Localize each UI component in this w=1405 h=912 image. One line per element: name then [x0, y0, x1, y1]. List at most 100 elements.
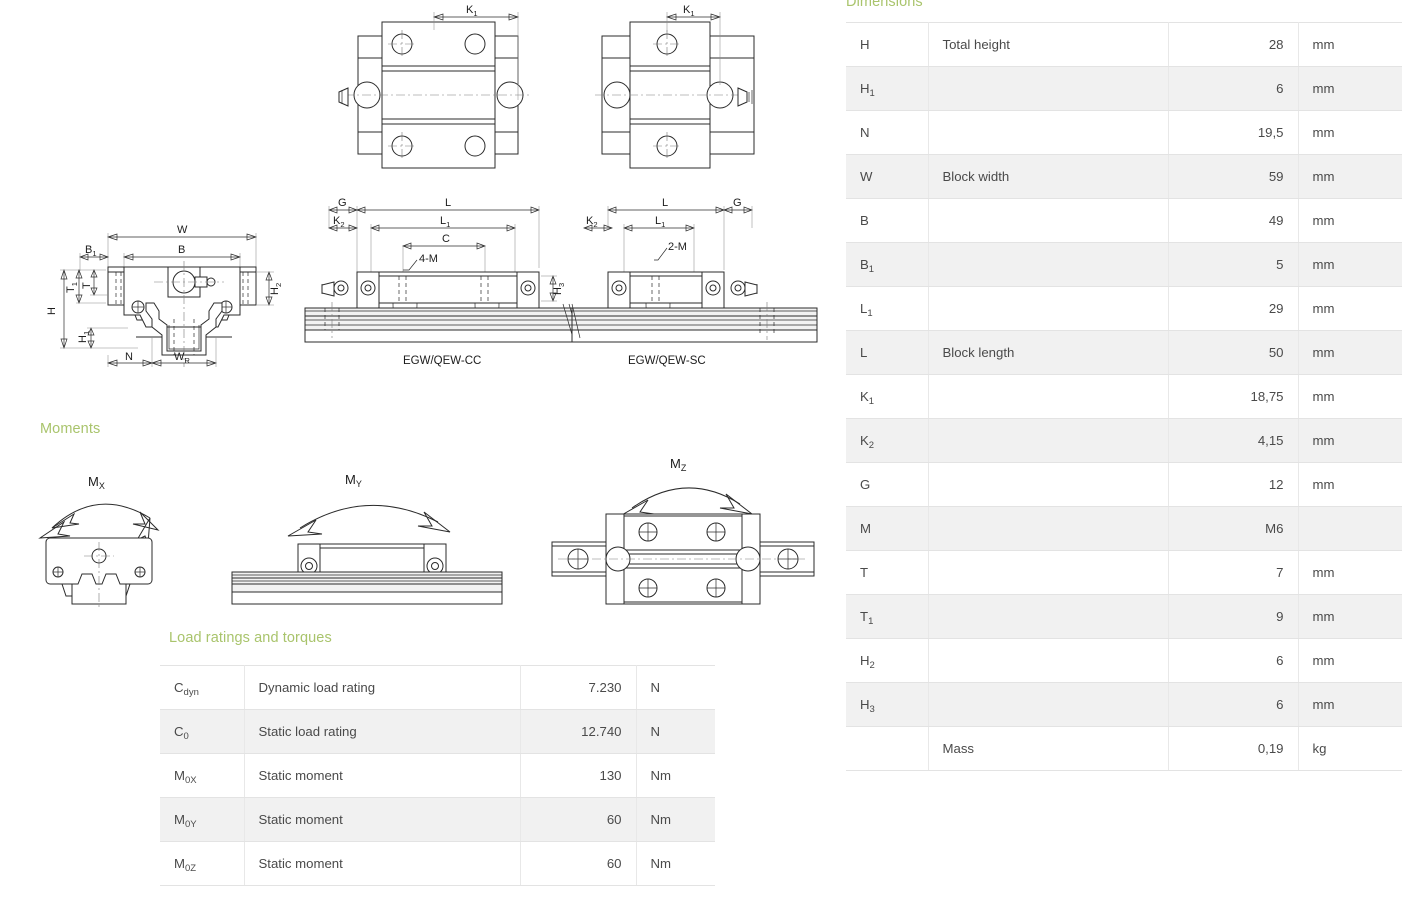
side-sc-k2-label: K2	[586, 215, 598, 229]
dimension-value-cell: 28	[1168, 22, 1299, 67]
table-row: M0Z Static moment 60 Nm	[160, 841, 715, 886]
load-rating-unit-cell: N	[636, 709, 715, 754]
table-row: C0 Static load rating 12.740 N	[160, 709, 715, 754]
dimension-description-cell	[928, 462, 1169, 507]
dimension-symbol-cell: G	[846, 462, 929, 507]
dimension-description-cell	[928, 242, 1169, 287]
top-view-cc-k1-label: K1	[466, 4, 478, 18]
load-rating-unit-cell: Nm	[636, 753, 715, 798]
front-view-w-label: W	[177, 224, 188, 236]
dimension-unit-cell: mm	[1298, 682, 1402, 727]
dimension-description-cell	[928, 66, 1169, 111]
table-row: M0Y Static moment 60 Nm	[160, 797, 715, 842]
table-row: K1 18,75 mm	[846, 374, 1402, 419]
load-rating-symbol-cell: Cdyn	[160, 665, 245, 710]
dimensions-table-body: H Total height 28 mm H1 6 mm N 19,5 mm W Block widt…	[846, 22, 1402, 771]
load-rating-value-cell: 12.740	[520, 709, 637, 754]
drawing-top-view-sc: K1	[595, 4, 755, 169]
dimension-value-cell: 50	[1168, 330, 1299, 375]
dimension-unit-cell: mm	[1298, 66, 1402, 111]
dimension-symbol-cell: B1	[846, 242, 929, 287]
table-row: T 7 mm	[846, 550, 1402, 595]
front-view-n-label: N	[125, 351, 133, 363]
table-row: H3 6 mm	[846, 682, 1402, 727]
side-cc-h3-label: H3	[552, 283, 566, 295]
dimension-symbol-cell: H3	[846, 682, 929, 727]
dimension-value-cell: M6	[1168, 506, 1299, 551]
front-view-t1-label: T1	[65, 282, 79, 293]
load-rating-description-cell: Static moment	[244, 841, 521, 886]
side-sc-g-label: G	[733, 197, 742, 209]
dimension-description-cell	[928, 594, 1169, 639]
load-rating-symbol-cell: M0Z	[160, 841, 245, 886]
dimension-symbol-cell: L	[846, 330, 929, 375]
dimension-symbol-cell: T	[846, 550, 929, 595]
side-cc-g-label: G	[338, 197, 347, 209]
load-rating-unit-cell: Nm	[636, 797, 715, 842]
dimension-symbol-cell: B	[846, 198, 929, 243]
dimension-description-cell: Block length	[928, 330, 1169, 375]
dimension-value-cell: 29	[1168, 286, 1299, 331]
drawing-side-view-sc: L G K2 L1 2-M EGW/QEW-SC	[571, 197, 818, 367]
dimension-description-cell: Mass	[928, 726, 1169, 771]
dimension-symbol-cell: H2	[846, 638, 929, 683]
load-rating-unit-cell: N	[636, 665, 715, 710]
table-row: H2 6 mm	[846, 638, 1402, 683]
dimension-value-cell: 6	[1168, 638, 1299, 683]
dimension-unit-cell: mm	[1298, 374, 1402, 419]
load-rating-symbol-cell: M0Y	[160, 797, 245, 842]
dimension-value-cell: 6	[1168, 682, 1299, 727]
load-ratings-table: Cdyn Dynamic load rating 7.230 N C0 Static lo…	[160, 665, 715, 886]
front-view-h-label: H	[46, 307, 58, 315]
drawing-front-view: W B B1 H T1 T H1 H2 N WR	[46, 224, 283, 367]
side-cc-caption: EGW/QEW-CC	[403, 355, 481, 367]
load-rating-symbol-cell: C0	[160, 709, 245, 754]
dimension-value-cell: 18,75	[1168, 374, 1299, 419]
side-sc-l1-label: L1	[655, 215, 665, 229]
dimension-value-cell: 9	[1168, 594, 1299, 639]
load-rating-symbol-cell: M0X	[160, 753, 245, 798]
dimension-value-cell: 5	[1168, 242, 1299, 287]
dimension-symbol-cell: W	[846, 154, 929, 199]
table-row: K2 4,15 mm	[846, 418, 1402, 463]
dimension-unit-cell: mm	[1298, 154, 1402, 199]
dimension-value-cell: 7	[1168, 550, 1299, 595]
dimension-unit-cell	[1298, 506, 1402, 551]
dimension-description-cell: Block width	[928, 154, 1169, 199]
front-view-b-label: B	[178, 244, 185, 256]
table-row: Mass 0,19 kg	[846, 726, 1402, 771]
table-row: T1 9 mm	[846, 594, 1402, 639]
dimension-unit-cell: mm	[1298, 550, 1402, 595]
dimension-value-cell: 49	[1168, 198, 1299, 243]
dimension-value-cell: 4,15	[1168, 418, 1299, 463]
front-view-b1-label: B1	[85, 244, 97, 258]
dimension-description-cell: Total height	[928, 22, 1169, 67]
load-rating-description-cell: Dynamic load rating	[244, 665, 521, 710]
dimension-description-cell	[928, 286, 1169, 331]
dimension-description-cell	[928, 418, 1169, 463]
load-ratings-table-body: Cdyn Dynamic load rating 7.230 N C0 Static lo…	[160, 665, 715, 886]
moment-mx-label: MX	[88, 474, 105, 491]
side-cc-k2-label: K2	[333, 215, 345, 229]
load-rating-description-cell: Static moment	[244, 797, 521, 842]
dimension-symbol-cell: H	[846, 22, 929, 67]
dimension-value-cell: 19,5	[1168, 110, 1299, 155]
table-row: M M6	[846, 506, 1402, 551]
dimension-description-cell	[928, 374, 1169, 419]
dimension-symbol-cell: N	[846, 110, 929, 155]
moments-section-title: Moments	[40, 421, 101, 437]
moment-my-label: MY	[345, 472, 362, 489]
dimension-symbol-cell: H1	[846, 66, 929, 111]
drawing-side-view-cc: G L K2 L1 C 4-M H3 EGW/QEW-CC	[304, 197, 596, 367]
dimension-unit-cell: mm	[1298, 330, 1402, 375]
drawing-moment-mz: MZ	[551, 456, 815, 605]
dimension-symbol-cell	[846, 726, 929, 771]
dimension-unit-cell: mm	[1298, 638, 1402, 683]
dimension-unit-cell: mm	[1298, 418, 1402, 463]
table-row: N 19,5 mm	[846, 110, 1402, 155]
table-row: B1 5 mm	[846, 242, 1402, 287]
table-row: L1 29 mm	[846, 286, 1402, 331]
load-rating-unit-cell: Nm	[636, 841, 715, 886]
load-rating-value-cell: 60	[520, 841, 637, 886]
dimension-description-cell	[928, 198, 1169, 243]
